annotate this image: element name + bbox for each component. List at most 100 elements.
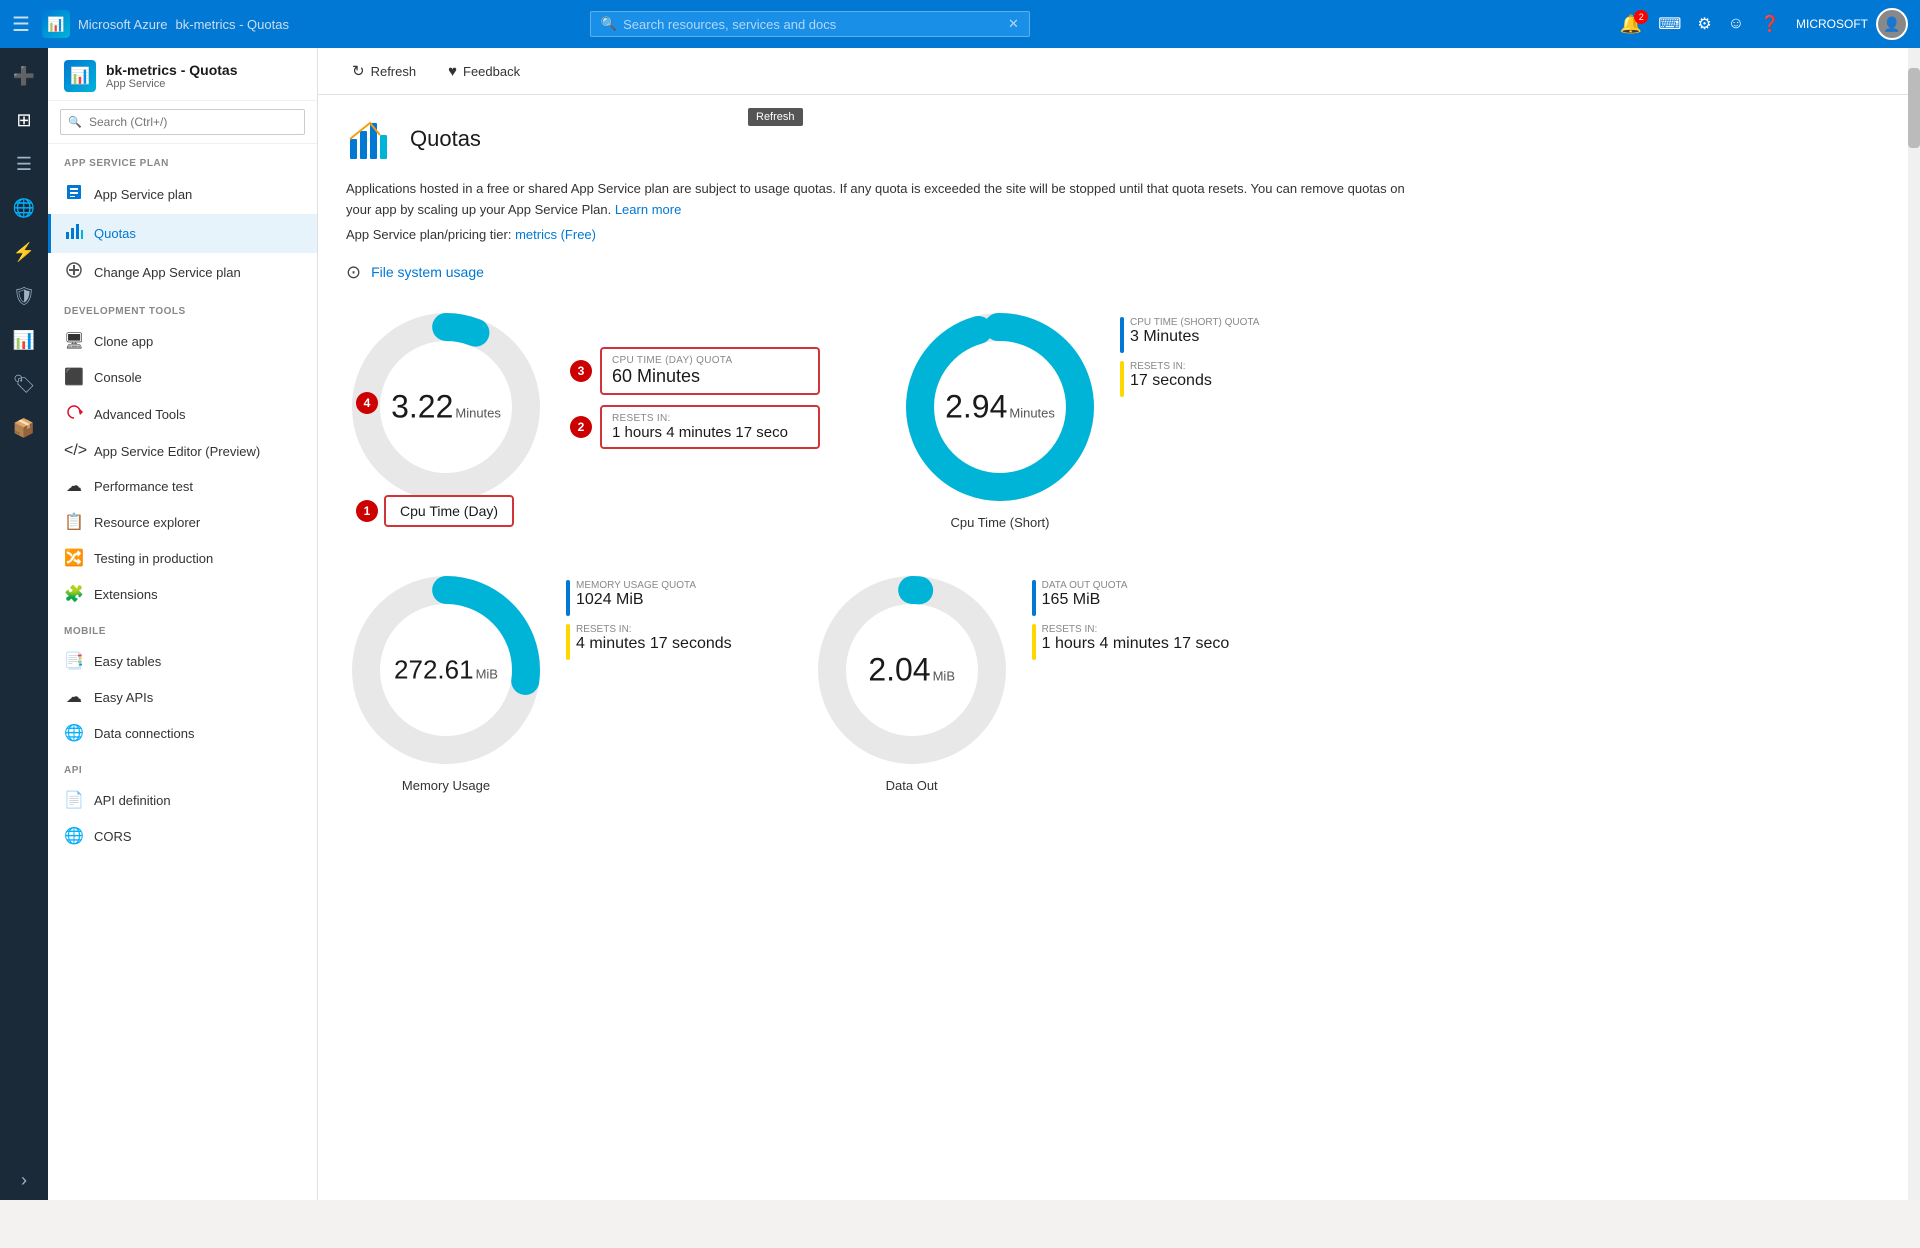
cpu-short-quota-content: CPU TIME (SHORT) QUOTA 3 Minutes bbox=[1130, 317, 1259, 346]
change-plan-icon bbox=[64, 261, 84, 284]
sidebar-item-data-connections[interactable]: 🌐 Data connections bbox=[48, 715, 317, 751]
user-menu[interactable]: MICROSOFT 👤 bbox=[1796, 8, 1908, 40]
strip-tag-icon[interactable]: 🏷 bbox=[4, 364, 44, 404]
cpu-short-group: 2.94 Minutes Cpu Time (Short) CPU bbox=[900, 307, 1259, 530]
cpu-day-value-callout: 4 bbox=[356, 392, 378, 414]
cpu-short-quota-bar bbox=[1120, 317, 1124, 353]
strip-globe-icon[interactable]: 🌐 bbox=[4, 188, 44, 228]
sidebar-item-easy-apis-label: Easy APIs bbox=[94, 690, 153, 705]
notifications-icon[interactable]: 🔔 2 bbox=[1620, 14, 1642, 35]
tier-link[interactable]: metrics (Free) bbox=[515, 227, 596, 242]
cpu-short-quota-value: 3 Minutes bbox=[1130, 328, 1259, 346]
memory-resets-content: RESETS IN: 4 minutes 17 seconds bbox=[576, 624, 732, 653]
left-strip: ➕ ⊞ ☰ 🌐 ⚡ 🛡 📊 🏷 📦 › bbox=[0, 48, 48, 1200]
section-header[interactable]: ⊙ File system usage bbox=[346, 262, 1880, 283]
strip-expand-icon[interactable]: › bbox=[4, 1160, 44, 1200]
sidebar-item-app-service-editor[interactable]: </> App Service Editor (Preview) bbox=[48, 434, 317, 468]
sidebar-search-input[interactable] bbox=[60, 109, 305, 135]
cors-icon: 🌐 bbox=[64, 826, 84, 846]
memory-quota-bar bbox=[566, 580, 570, 616]
app-brand: 📊 Microsoft Azure bk-metrics - Quotas bbox=[42, 10, 289, 38]
sidebar-item-advanced-tools[interactable]: Advanced Tools bbox=[48, 395, 317, 434]
settings-icon[interactable]: ⚙ bbox=[1697, 14, 1711, 34]
search-clear-icon[interactable]: ✕ bbox=[1008, 16, 1019, 32]
sidebar-search-container[interactable] bbox=[48, 101, 317, 144]
section-label: File system usage bbox=[371, 264, 484, 280]
cpu-day-quota-row: 3 CPU TIME (DAY) QUOTA 60 Minutes bbox=[570, 347, 820, 395]
sidebar-item-easy-apis[interactable]: ☁ Easy APIs bbox=[48, 679, 317, 715]
feedback-button[interactable]: ♥ Feedback bbox=[434, 57, 534, 86]
main-content: ↻ Refresh ♥ Feedback Refresh bbox=[318, 48, 1908, 1200]
cpu-short-quota-label: CPU TIME (SHORT) QUOTA bbox=[1130, 317, 1259, 328]
sidebar-item-cors[interactable]: 🌐 CORS bbox=[48, 818, 317, 854]
sidebar-item-performance-test[interactable]: ☁ Performance test bbox=[48, 468, 317, 504]
strip-add-icon[interactable]: ➕ bbox=[4, 56, 44, 96]
sidebar-item-cors-label: CORS bbox=[94, 829, 132, 844]
avatar[interactable]: 👤 bbox=[1876, 8, 1908, 40]
memory-label: Memory Usage bbox=[402, 778, 490, 793]
data-out-quota-content: DATA OUT QUOTA 165 MiB bbox=[1042, 580, 1128, 609]
smiley-icon[interactable]: ☺ bbox=[1728, 15, 1744, 33]
strip-items-icon[interactable]: ☰ bbox=[4, 144, 44, 184]
help-icon[interactable]: ❓ bbox=[1760, 14, 1780, 34]
console-icon: ⬛ bbox=[64, 367, 84, 387]
hamburger-menu[interactable]: ☰ bbox=[12, 12, 30, 37]
strip-bolt-icon[interactable]: ⚡ bbox=[4, 232, 44, 272]
easy-tables-icon: 📑 bbox=[64, 651, 84, 671]
badge-4: 4 bbox=[356, 392, 378, 414]
sidebar-item-app-service-plan[interactable]: App Service plan bbox=[48, 175, 317, 214]
cpu-day-callout-label: 1 Cpu Time (Day) bbox=[356, 495, 514, 527]
cpu-short-donut: 2.94 Minutes bbox=[900, 307, 1100, 507]
refresh-button[interactable]: ↻ Refresh bbox=[338, 56, 430, 86]
cloud-shell-icon[interactable]: ⌨ bbox=[1658, 14, 1681, 34]
strip-shield-icon[interactable]: 🛡 bbox=[4, 276, 44, 316]
sidebar-item-extensions[interactable]: 🧩 Extensions bbox=[48, 576, 317, 612]
sidebar-item-quotas-label: Quotas bbox=[94, 226, 136, 241]
sidebar-item-change-plan[interactable]: Change App Service plan bbox=[48, 253, 317, 292]
sidebar-item-console[interactable]: ⬛ Console bbox=[48, 359, 317, 395]
performance-test-icon: ☁ bbox=[64, 476, 84, 496]
global-search[interactable]: 🔍 ✕ bbox=[590, 11, 1030, 37]
search-input[interactable] bbox=[623, 17, 1002, 32]
memory-value: 272.61 bbox=[394, 654, 474, 685]
app-service-plan-icon bbox=[64, 183, 84, 206]
right-scrollbar[interactable] bbox=[1908, 48, 1920, 1200]
cpu-short-unit: Minutes bbox=[1009, 405, 1055, 420]
strip-box-icon[interactable]: 📦 bbox=[4, 408, 44, 448]
memory-resets-label: RESETS IN: bbox=[576, 624, 732, 635]
charts-row-1: 1 Cpu Time (Day) 3.22 bbox=[346, 307, 1880, 530]
main-layout: 📊 bk-metrics - Quotas App Service APP SE… bbox=[0, 48, 1920, 1200]
api-definition-icon: 📄 bbox=[64, 790, 84, 810]
cpu-short-resets-bar bbox=[1120, 361, 1124, 397]
resource-explorer-icon: 📋 bbox=[64, 512, 84, 532]
brand-icon: 📊 bbox=[42, 10, 70, 38]
sidebar-item-clone-app[interactable]: 🖥 Clone app bbox=[48, 323, 317, 359]
sidebar-item-api-definition-label: API definition bbox=[94, 793, 171, 808]
scrollbar-thumb[interactable] bbox=[1908, 68, 1920, 148]
sidebar-item-resource-explorer[interactable]: 📋 Resource explorer bbox=[48, 504, 317, 540]
data-out-quota-value: 165 MiB bbox=[1042, 591, 1128, 609]
learn-more-link[interactable]: Learn more bbox=[615, 202, 681, 217]
cpu-short-resets-value: 17 seconds bbox=[1130, 372, 1212, 390]
feedback-icon: ♥ bbox=[448, 63, 457, 80]
sidebar-item-easy-tables[interactable]: 📑 Easy tables bbox=[48, 643, 317, 679]
strip-chart-icon[interactable]: 📊 bbox=[4, 320, 44, 360]
sidebar-app-subtitle: App Service bbox=[106, 78, 237, 90]
memory-quota-content: MEMORY USAGE QUOTA 1024 MiB bbox=[576, 580, 696, 609]
strip-dashboard-icon[interactable]: ⊞ bbox=[4, 100, 44, 140]
sidebar-item-quotas[interactable]: Quotas bbox=[48, 214, 317, 253]
section-label-dev-tools: DEVELOPMENT TOOLS bbox=[48, 292, 317, 323]
sidebar-item-api-definition[interactable]: 📄 API definition bbox=[48, 782, 317, 818]
sidebar-item-testing-in-production[interactable]: 🔀 Testing in production bbox=[48, 540, 317, 576]
memory-quota-row: MEMORY USAGE QUOTA 1024 MiB bbox=[566, 580, 732, 616]
search-icon: 🔍 bbox=[601, 16, 617, 32]
data-out-quota-bar bbox=[1032, 580, 1036, 616]
content-area: Quotas Applications hosted in a free or … bbox=[318, 95, 1908, 1200]
sidebar-item-extensions-label: Extensions bbox=[94, 587, 158, 602]
data-out-resets-value: 1 hours 4 minutes 17 seco bbox=[1042, 635, 1230, 653]
page-description: Applications hosted in a free or shared … bbox=[346, 179, 1880, 221]
sidebar-item-performance-test-label: Performance test bbox=[94, 479, 193, 494]
sidebar-item-app-service-plan-label: App Service plan bbox=[94, 187, 192, 202]
data-out-unit: MiB bbox=[933, 668, 955, 683]
sidebar-item-data-connections-label: Data connections bbox=[94, 726, 194, 741]
